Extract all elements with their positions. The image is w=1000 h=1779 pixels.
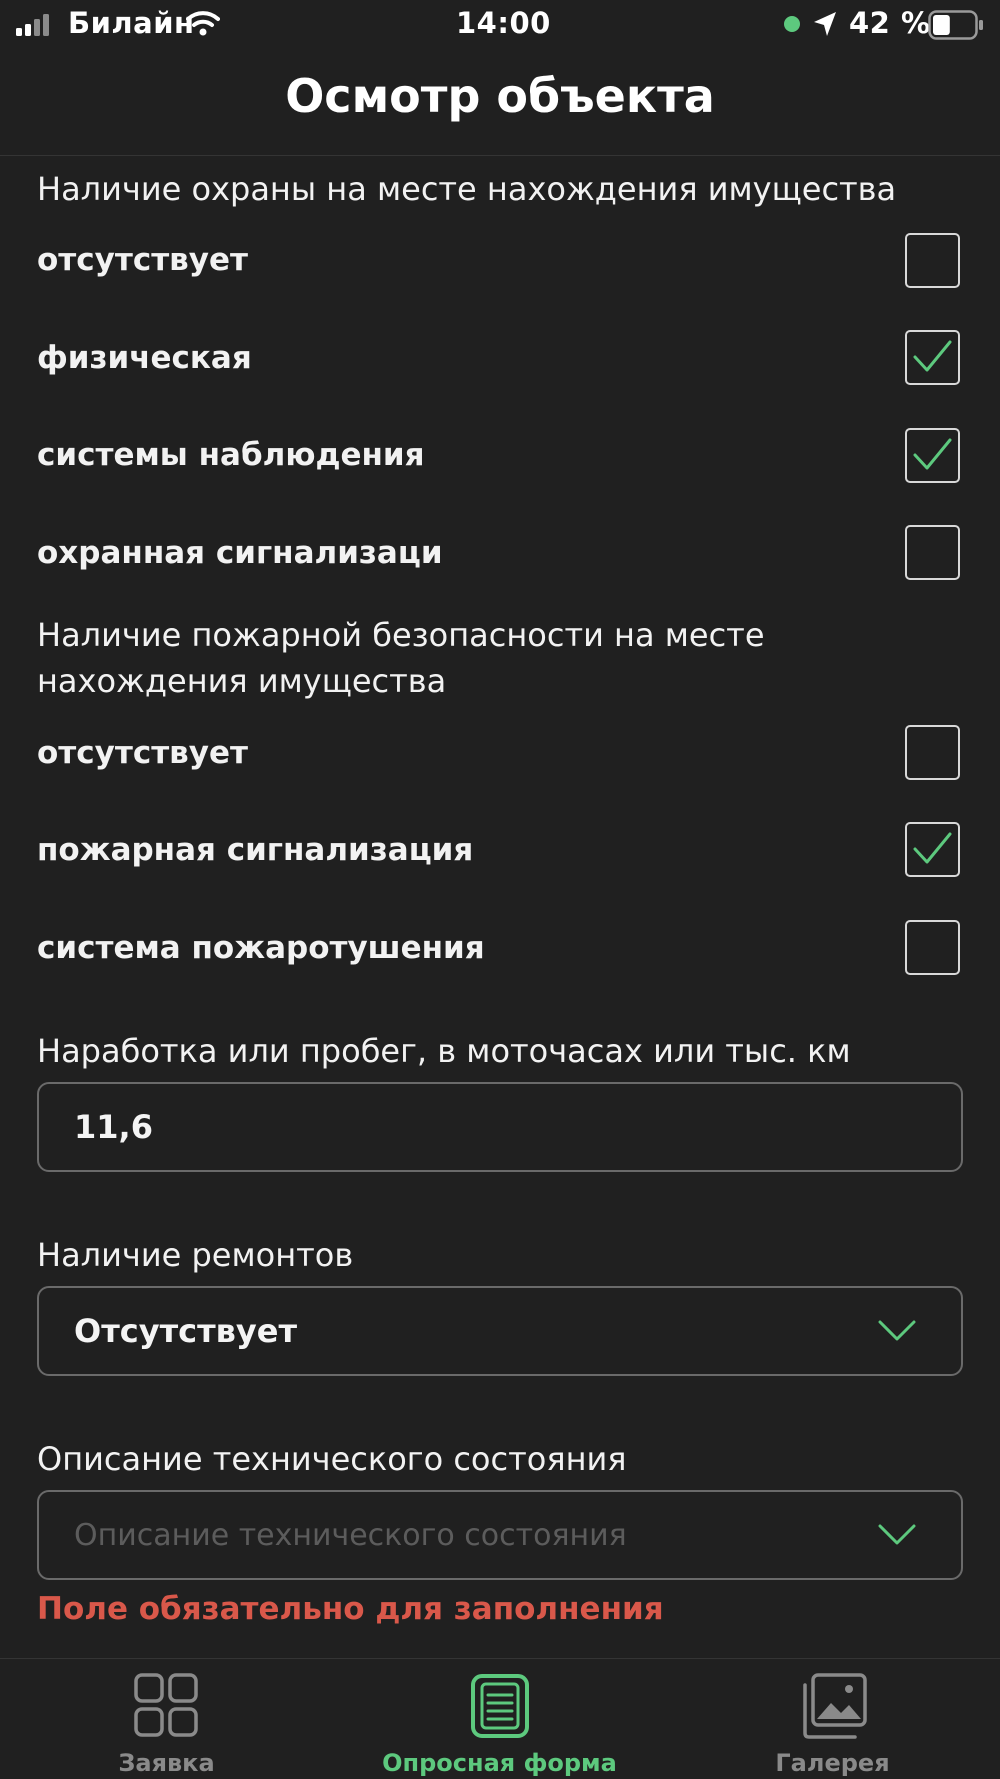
security-option-label: охранная сигнализаци [37,535,443,571]
tech-condition-label: Описание технического состояния [37,1440,627,1478]
document-list-icon [470,1673,530,1743]
fire-option-label: пожарная сигнализация [37,832,474,868]
signal-icon [16,14,52,40]
checkmark-icon [913,438,952,470]
repairs-select[interactable]: Отсутствует [37,1286,963,1376]
repairs-selected-value: Отсутствует [74,1312,297,1350]
fire-option-checkbox[interactable] [905,725,960,780]
tech-condition-select[interactable]: Описание технического состояния [37,1490,963,1580]
battery-percentage: 42 % [849,6,931,40]
security-option-label: отсутствует [37,242,248,278]
location-arrow-icon [812,10,838,42]
chevron-down-icon [878,1524,916,1550]
page-title: Осмотр объекта [285,69,715,123]
gallery-icon [797,1673,869,1745]
security-option-label: системы наблюдения [37,437,425,473]
mileage-value: 11,6 [74,1108,153,1146]
mileage-label: Наработка или пробег, в моточасах или ты… [37,1032,851,1070]
checkmark-icon [913,340,952,372]
header: Осмотр объекта [0,55,1000,156]
fire-section-title: Наличие пожарной безопасности на месте н… [37,616,765,700]
security-option-label: физическая [37,340,252,376]
battery-icon [928,10,984,44]
mileage-input[interactable]: 11,6 [37,1082,963,1172]
repairs-label: Наличие ремонтов [37,1236,354,1274]
security-option-checkbox[interactable] [905,525,960,580]
wifi-icon [186,10,220,40]
fire-option-label: отсутствует [37,735,248,771]
chevron-down-icon [878,1320,916,1346]
required-field-error: Поле обязательно для заполнения [37,1591,664,1627]
tab-request-label: Заявка [118,1749,215,1777]
tab-gallery[interactable]: Галерея [666,1659,999,1779]
status-bar: Билайн 14:00 42 % [0,0,1000,50]
fire-option-checkbox[interactable] [905,920,960,975]
security-option-checkbox[interactable] [905,233,960,288]
security-section-title: Наличие охраны на месте нахождения имуще… [37,170,897,208]
tech-condition-placeholder: Описание технического состояния [74,1518,627,1553]
clock: 14:00 [456,6,551,40]
grid-icon [134,1673,198,1741]
tab-request[interactable]: Заявка [0,1659,333,1779]
security-option-checkbox[interactable] [905,428,960,483]
tab-survey-form[interactable]: Опросная форма [333,1659,666,1779]
fire-option-label: система пожаротушения [37,930,485,966]
security-option-checkbox[interactable] [905,330,960,385]
tab-bar: Заявка Опросная форма Галерея [0,1658,1000,1779]
privacy-indicator-dot [784,16,800,32]
tab-gallery-label: Галерея [775,1749,890,1777]
carrier-name: Билайн [68,6,195,40]
fire-option-checkbox[interactable] [905,822,960,877]
tab-survey-form-label: Опросная форма [382,1749,617,1777]
checkmark-icon [913,832,952,864]
